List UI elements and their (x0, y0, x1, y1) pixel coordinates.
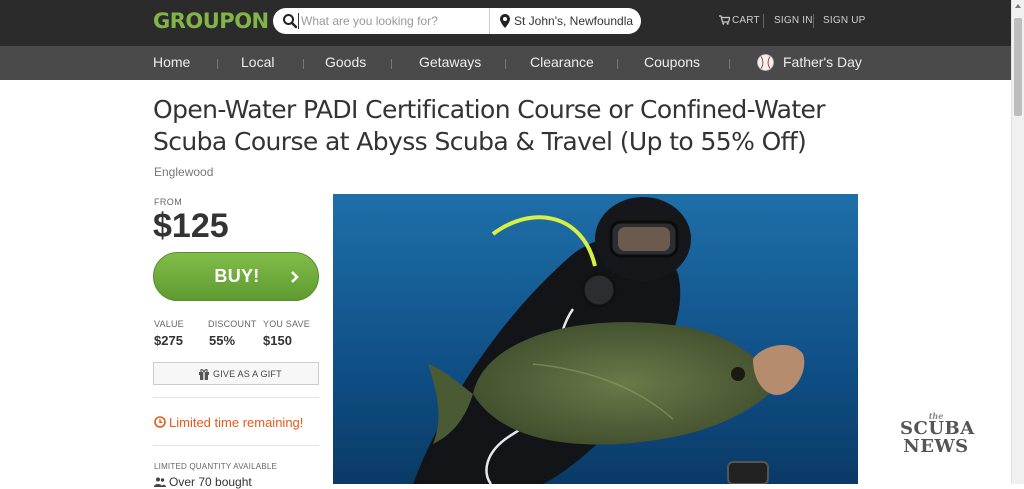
sign-in-link[interactable]: SIGN IN (774, 15, 813, 26)
limited-time-text: Limited time remaining! (169, 415, 304, 430)
gift-icon (199, 369, 209, 380)
nav-home[interactable]: Home (153, 54, 190, 70)
discount-label: DISCOUNT (208, 319, 257, 329)
nav-local[interactable]: Local (241, 54, 274, 70)
deal-location[interactable]: Englewood (154, 165, 213, 179)
baseball-icon (757, 54, 774, 71)
cart-link[interactable]: CART (732, 15, 760, 26)
from-label: FROM (154, 197, 183, 207)
nav-fathers-day[interactable]: Father's Day (783, 54, 862, 70)
discount-amount: 55% (209, 333, 236, 348)
page-scrollbar[interactable] (1011, 0, 1024, 484)
util-divider (813, 14, 814, 28)
buy-button[interactable]: BUY! (153, 252, 319, 301)
nav-coupons[interactable]: Coupons (644, 54, 700, 70)
scroll-thumb[interactable] (1014, 18, 1022, 116)
search-icon[interactable] (282, 13, 298, 29)
deal-price: $125 (153, 207, 229, 245)
search-field[interactable]: What are you looking for? (297, 8, 487, 34)
deal-title: Open-Water PADI Certification Course or … (153, 94, 833, 158)
chevron-right-icon (291, 271, 299, 283)
util-divider (763, 14, 764, 28)
watermark-line-2: NEWS (903, 436, 969, 457)
search-bar: What are you looking for? St John's, New… (273, 8, 641, 34)
top-bar: GROUPON What are you looking for? St Joh… (0, 0, 1011, 46)
nav-divider (617, 59, 618, 69)
value-amount: $275 (154, 333, 183, 348)
deal-title-line-2: Scuba Course at Abyss Scuba & Travel (Up… (153, 127, 807, 156)
nav-clearance[interactable]: Clearance (530, 54, 594, 70)
nav-divider (505, 59, 506, 69)
scroll-up-arrow-icon[interactable] (1015, 4, 1021, 8)
you-save-label: YOU SAVE (263, 319, 310, 329)
gift-label: GIVE AS A GIFT (213, 369, 282, 379)
bought-count: Over 70 bought (154, 475, 252, 489)
bought-text: Over 70 bought (169, 475, 252, 489)
category-nav: Home Local Goods Getaways Clearance Coup… (0, 46, 1011, 80)
divider (153, 445, 319, 446)
deal-title-line-1: Open-Water PADI Certification Course or … (153, 95, 826, 124)
text-caret (298, 13, 299, 29)
groupon-logo[interactable]: GROUPON (153, 9, 269, 33)
nav-divider (391, 59, 392, 69)
limited-time-notice: Limited time remaining! (154, 415, 303, 430)
people-icon (154, 477, 166, 487)
give-as-gift-button[interactable]: GIVE AS A GIFT (153, 362, 319, 385)
nav-divider (217, 59, 218, 69)
sign-up-link[interactable]: SIGN UP (823, 15, 866, 26)
you-save-amount: $150 (263, 333, 292, 348)
search-divider (489, 8, 490, 34)
location-field[interactable]: St John's, Newfoundla (514, 14, 634, 28)
nav-getaways[interactable]: Getaways (419, 54, 481, 70)
clock-icon (154, 416, 166, 428)
deal-photo[interactable] (333, 194, 858, 484)
search-placeholder: What are you looking for? (301, 14, 438, 28)
divider (153, 397, 319, 398)
scuba-diver-with-fish-image (333, 194, 858, 484)
nav-divider (303, 59, 304, 69)
nav-divider (729, 59, 730, 69)
nav-goods[interactable]: Goods (325, 54, 366, 70)
limited-quantity-label: LIMITED QUANTITY AVAILABLE (154, 462, 278, 471)
scuba-news-watermark-logo: the SCUBA NEWS (900, 412, 974, 457)
value-label: VALUE (154, 319, 184, 329)
location-pin-icon (500, 14, 510, 28)
cart-icon[interactable] (719, 15, 730, 25)
